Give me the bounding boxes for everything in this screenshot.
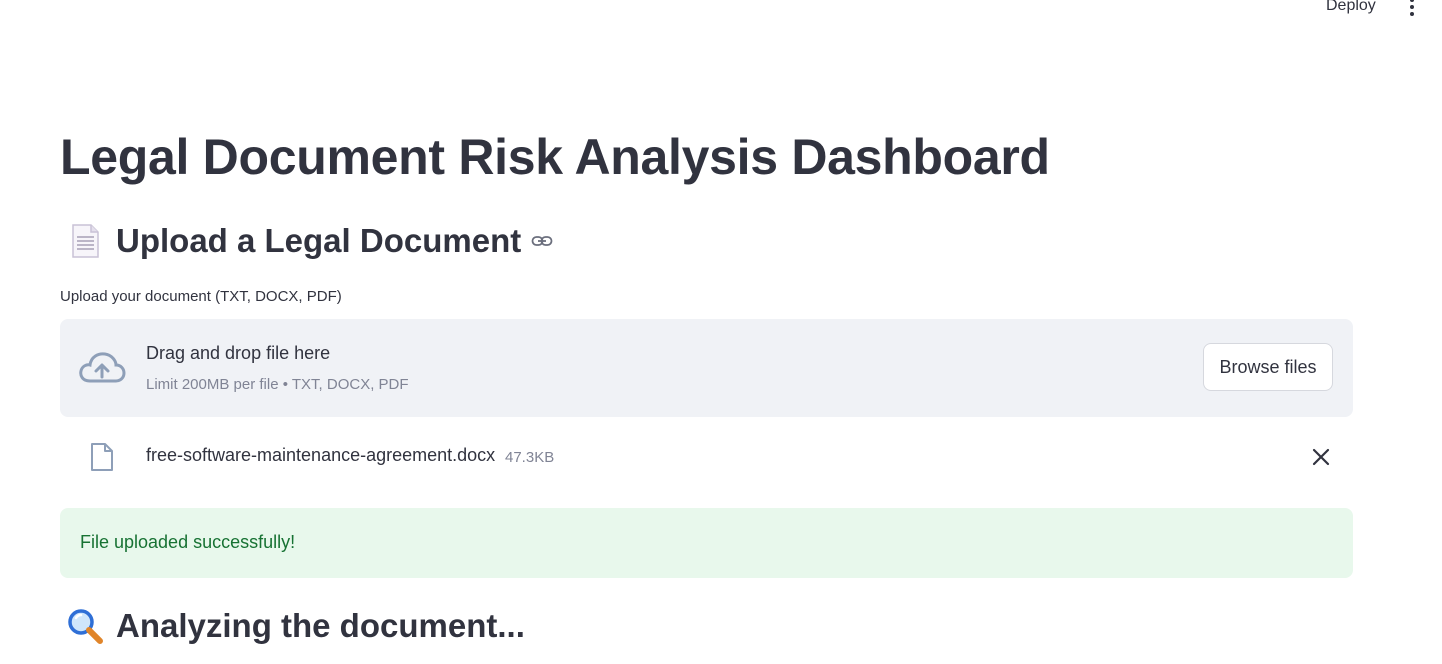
- success-alert: File uploaded successfully!: [60, 508, 1353, 578]
- link-icon[interactable]: [531, 234, 553, 248]
- success-message: File uploaded successfully!: [80, 532, 296, 552]
- analysis-section-heading: Analyzing the document...: [64, 607, 525, 645]
- file-icon: [90, 442, 114, 472]
- top-bar: Deploy: [0, 0, 1442, 20]
- uploaded-file-row: free-software-maintenance-agreement.docx…: [60, 435, 1353, 479]
- uploaded-file-name: free-software-maintenance-agreement.docx: [146, 445, 496, 465]
- close-icon[interactable]: [1311, 447, 1331, 467]
- uploaded-file-size: 47.3KB: [505, 449, 555, 466]
- dropzone-subtitle: Limit 200MB per file • TXT, DOCX, PDF: [146, 376, 409, 393]
- deploy-button[interactable]: Deploy: [1326, 0, 1376, 15]
- page-title: Legal Document Risk Analysis Dashboard: [60, 129, 1050, 185]
- upload-field-label: Upload your document (TXT, DOCX, PDF): [60, 288, 342, 305]
- upload-section-heading: Upload a Legal Document: [64, 222, 553, 260]
- kebab-menu-icon[interactable]: [1405, 0, 1419, 18]
- cloud-upload-icon: [78, 349, 126, 385]
- upload-heading-text: Upload a Legal Document: [116, 222, 522, 259]
- browse-files-button[interactable]: Browse files: [1203, 343, 1333, 391]
- file-dropzone[interactable]: Drag and drop file here Limit 200MB per …: [60, 319, 1353, 417]
- analysis-heading-text: Analyzing the document...: [116, 607, 525, 644]
- magnifier-icon: [64, 607, 106, 645]
- document-icon: [64, 223, 106, 259]
- dropzone-title: Drag and drop file here: [146, 343, 331, 363]
